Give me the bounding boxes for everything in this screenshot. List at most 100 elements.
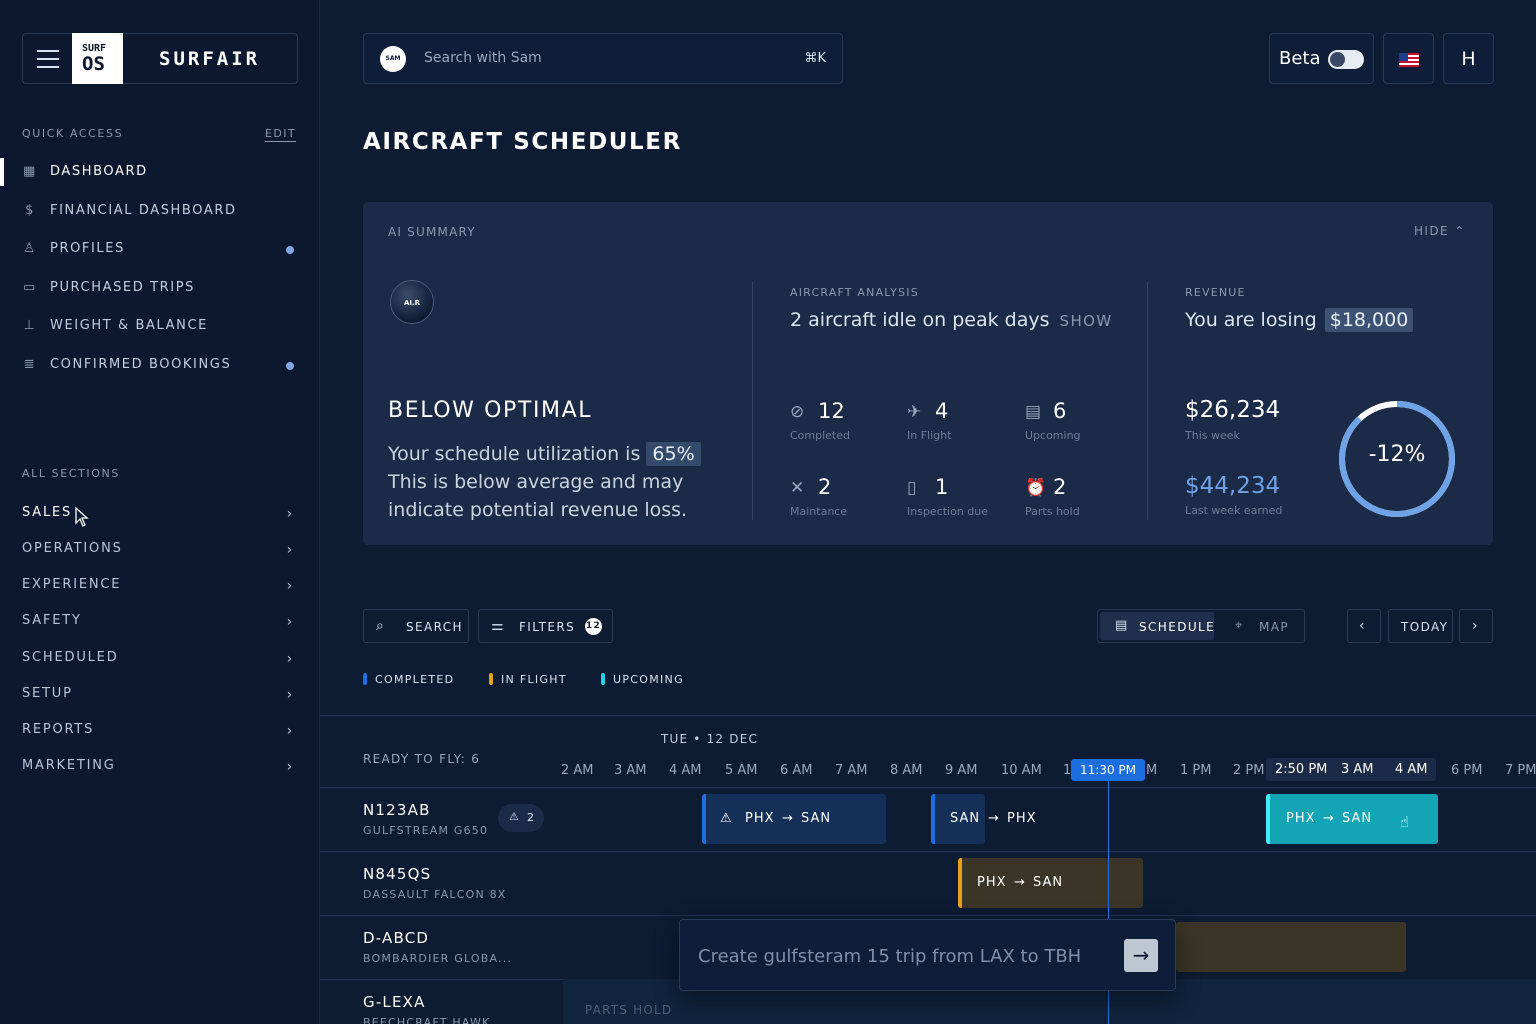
next-day-button[interactable]: ›	[1459, 609, 1493, 643]
warning-triangle-icon: ⚠	[720, 811, 733, 826]
trip-bar-completed[interactable]: SAN → PHX	[931, 794, 1036, 844]
warning-count: 2	[527, 811, 534, 824]
section-experience[interactable]: EXPERIENCE ›	[22, 577, 298, 601]
calendar-icon: ▤	[1025, 402, 1042, 422]
section-scheduled[interactable]: SCHEDULED ›	[22, 650, 298, 674]
hamburger-menu-icon[interactable]	[37, 50, 59, 68]
trip-bar-in-flight[interactable]: PHX → SAN	[958, 858, 1143, 908]
section-sales[interactable]: SALES ›	[22, 505, 298, 529]
tab-schedule[interactable]: SCHEDULE	[1139, 620, 1215, 634]
trip-bar-completed[interactable]: ⚠ PHX → SAN	[702, 794, 886, 844]
section-safety[interactable]: SAFETY ›	[22, 613, 298, 637]
stat-caption: Parts hold	[1025, 505, 1080, 518]
utilization-description: Your schedule utilization is 65% This is…	[388, 440, 718, 524]
filters-button[interactable]: ⚌ FILTERS 12	[478, 609, 613, 643]
hour-label: 7 AM	[835, 763, 868, 778]
sidebar-item-dashboard[interactable]: ▦ DASHBOARD	[0, 158, 320, 188]
edit-quick-access-link[interactable]: EDIT	[265, 127, 296, 142]
divider	[1147, 282, 1148, 520]
sidebar-item-profiles[interactable]: ♙ PROFILES	[0, 235, 320, 265]
hour-label: 2 AM	[561, 763, 594, 778]
hierarchy-icon: ⊥	[23, 318, 37, 333]
current-time-indicator: 11:30 PM	[1071, 759, 1145, 781]
hour-label: 8 AM	[890, 763, 923, 778]
send-prompt-button[interactable]: →	[1124, 939, 1158, 972]
stat-value: 1	[935, 475, 949, 499]
sidebar: SURF OS SURFAIR QUICK ACCESS EDIT ▦ DASH…	[0, 0, 320, 1024]
chevron-right-icon: ›	[286, 542, 294, 558]
section-label: EXPERIENCE	[22, 577, 122, 592]
stat-maintenance: ✕ 2 Maintance	[790, 475, 900, 526]
page-title: AIRCRAFT SCHEDULER	[363, 129, 682, 155]
beta-toggle-group[interactable]: Beta	[1269, 33, 1374, 84]
beta-toggle[interactable]	[1328, 50, 1364, 69]
section-operations[interactable]: OPERATIONS ›	[22, 541, 298, 565]
sidebar-item-confirmed-bookings[interactable]: ≣ CONFIRMED BOOKINGS	[0, 351, 320, 381]
tab-map[interactable]: MAP	[1259, 620, 1289, 634]
prompt-text[interactable]: Create gulfsteram 15 trip from LAX to TB…	[698, 946, 1081, 967]
check-circle-icon: ⊘	[790, 402, 805, 422]
stat-caption: Completed	[790, 429, 850, 442]
section-label: MARKETING	[22, 758, 116, 773]
this-week-revenue: $26,234	[1185, 397, 1281, 423]
section-reports[interactable]: REPORTS ›	[22, 722, 298, 746]
section-marketing[interactable]: MARKETING ›	[22, 758, 298, 782]
language-selector[interactable]	[1383, 33, 1434, 84]
hour-label: 4 AM	[669, 763, 702, 778]
aircraft-model: DASSAULT FALCON 8X	[363, 888, 507, 901]
ai-orb-icon: AI.R	[390, 280, 434, 324]
section-label: SCHEDULED	[22, 650, 119, 665]
section-setup[interactable]: SETUP ›	[22, 686, 298, 710]
trip-origin: PHX	[745, 811, 775, 826]
chevron-right-icon: ›	[286, 723, 294, 739]
receipt-icon: ≣	[23, 357, 37, 372]
arrow-right-icon: →	[988, 811, 1000, 826]
losing-text: You are losing	[1185, 309, 1317, 331]
timeline-date: TUE • 12 DEC	[661, 732, 759, 746]
user-avatar-button[interactable]: H	[1443, 33, 1494, 84]
revenue-change-percent: -12%	[1368, 442, 1426, 467]
stat-upcoming: ▤ 6 Upcoming	[1025, 399, 1135, 450]
quick-access-label: QUICK ACCESS	[22, 127, 124, 140]
stat-parts-hold: ⏰ 2 Parts hold	[1025, 475, 1135, 526]
mouse-pointer-icon	[75, 507, 89, 527]
show-analysis-link[interactable]: SHOW	[1060, 312, 1113, 330]
sidebar-item-financial-dashboard[interactable]: $ FINANCIAL DASHBOARD	[0, 197, 320, 227]
parts-hold-label: PARTS HOLD	[585, 1003, 673, 1017]
logo-line2: OS	[82, 53, 105, 75]
util-rest: This is below average and may indicate p…	[388, 471, 688, 521]
briefcase-icon: ▭	[23, 280, 37, 295]
sidebar-item-weight-balance[interactable]: ⊥ WEIGHT & BALANCE	[0, 312, 320, 342]
previous-day-button[interactable]: ‹	[1347, 609, 1381, 643]
chevron-right-icon: ›	[286, 687, 294, 703]
trip-origin: PHX	[977, 875, 1007, 890]
chevron-right-icon: ›	[286, 614, 294, 630]
trip-destination: SAN	[801, 811, 832, 826]
selection-time-range: 2:50 PM 3 AM 4 AM	[1266, 758, 1436, 781]
legend-label: COMPLETED	[375, 673, 455, 686]
beta-label: Beta	[1279, 48, 1321, 69]
sidebar-item-purchased-trips[interactable]: ▭ PURCHASED TRIPS	[0, 274, 320, 304]
aircraft-tail[interactable]: G-LEXA	[363, 993, 426, 1011]
today-button[interactable]: TODAY	[1388, 609, 1453, 643]
sam-search-bar[interactable]: SAM Search with Sam ⌘K	[363, 33, 843, 84]
legend-swatch	[363, 673, 367, 685]
search-input[interactable]: Search with Sam	[424, 50, 542, 66]
trip-bar-in-flight[interactable]	[1176, 922, 1406, 972]
aircraft-tail[interactable]: D-ABCD	[363, 929, 429, 947]
hide-summary-button[interactable]: HIDE ⌃	[1414, 224, 1466, 238]
selection-start: 2:50 PM	[1275, 762, 1328, 777]
schedule-search-button[interactable]: ⌕ SEARCH	[363, 609, 469, 643]
aircraft-tail[interactable]: N123AB	[363, 801, 431, 819]
plane-icon: ✈	[907, 402, 922, 422]
section-label: SALES	[22, 505, 73, 520]
revenue-loss-text: You are losing $18,000	[1185, 308, 1414, 332]
trip-destination: SAN	[1342, 811, 1373, 826]
hour-label: 9 AM	[945, 763, 978, 778]
trip-bar-upcoming[interactable]: PHX → SAN ☝	[1266, 794, 1438, 844]
aircraft-warning-badge[interactable]: ⚠ 2	[498, 804, 544, 832]
aircraft-tail[interactable]: N845QS	[363, 865, 431, 883]
chevron-right-icon: ›	[286, 506, 294, 522]
notification-dot	[286, 246, 294, 254]
trip-prompt-input[interactable]: Create gulfsteram 15 trip from LAX to TB…	[679, 919, 1176, 991]
